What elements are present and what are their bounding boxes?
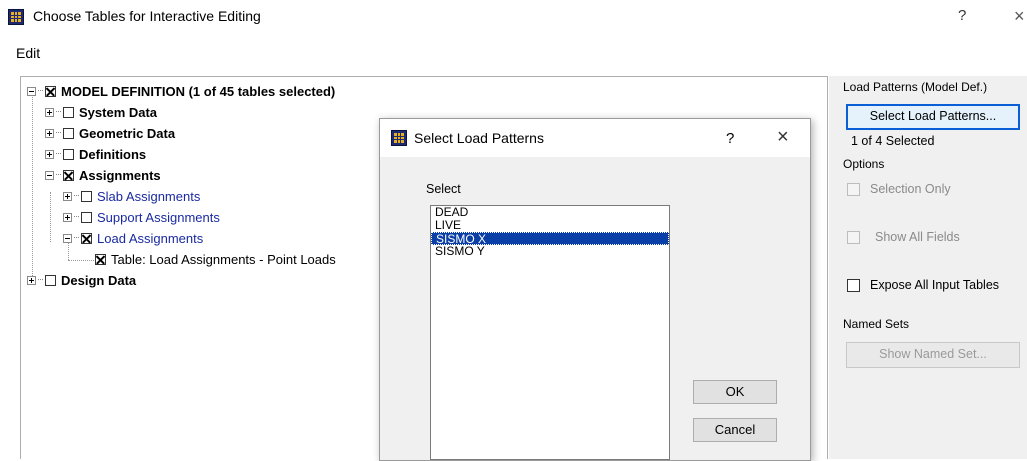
expand-icon[interactable] xyxy=(63,191,72,201)
expand-icon[interactable] xyxy=(63,212,72,222)
expose-all-checkbox[interactable] xyxy=(847,279,860,292)
tree-item-design-data[interactable]: Design Data xyxy=(27,271,136,289)
tree-root[interactable]: MODEL DEFINITION (1 of 45 tables selecte… xyxy=(27,82,335,100)
checkbox[interactable] xyxy=(63,127,74,139)
select-load-patterns-button[interactable]: Select Load Patterns... xyxy=(846,104,1020,130)
tree-item-assignments[interactable]: Assignments xyxy=(45,166,161,184)
list-item[interactable]: SISMO Y xyxy=(431,245,669,258)
expose-all-label: Expose All Input Tables xyxy=(870,278,1000,292)
checkbox[interactable] xyxy=(45,274,56,286)
collapse-icon[interactable] xyxy=(45,170,54,180)
dialog-title: Select Load Patterns xyxy=(414,130,544,146)
list-item[interactable]: LIVE xyxy=(431,219,669,232)
options-label: Options xyxy=(843,157,885,171)
expand-icon[interactable] xyxy=(27,275,36,285)
show-named-set-button[interactable]: Show Named Set... xyxy=(846,342,1020,368)
dialog-app-icon xyxy=(391,130,407,146)
menu-edit[interactable]: Edit xyxy=(16,45,40,61)
tree-item-slab-assignments[interactable]: Slab Assignments xyxy=(63,187,200,205)
select-label: Select xyxy=(426,182,461,196)
tree-item-support-assignments[interactable]: Support Assignments xyxy=(63,208,220,226)
expand-icon[interactable] xyxy=(45,149,54,159)
tree-item-label: Load Assignments xyxy=(97,230,204,246)
dialog-close-button[interactable]: × xyxy=(777,126,789,149)
checkbox-checked[interactable] xyxy=(95,253,106,265)
window-title: Choose Tables for Interactive Editing xyxy=(33,8,261,24)
expand-icon[interactable] xyxy=(45,107,54,117)
tree-item-label: Geometric Data xyxy=(79,125,176,141)
tree-item-system-data[interactable]: System Data xyxy=(45,103,157,121)
tree-item-label: Slab Assignments xyxy=(97,188,201,204)
named-sets-label: Named Sets xyxy=(843,317,910,331)
tree-item-load-assignments[interactable]: Load Assignments xyxy=(63,229,203,247)
tree-item-definitions[interactable]: Definitions xyxy=(45,145,146,163)
show-all-fields-label: Show All Fields xyxy=(875,230,960,244)
list-item[interactable]: DEAD xyxy=(431,206,669,219)
checkbox[interactable] xyxy=(63,106,74,118)
tree-item-label: Table: Load Assignments - Point Loads xyxy=(111,251,336,267)
selected-count: 1 of 4 Selected xyxy=(851,134,935,148)
selection-only-checkbox[interactable] xyxy=(847,183,860,196)
dialog-help-button[interactable]: ? xyxy=(726,130,734,147)
tree-item-label: Support Assignments xyxy=(97,209,220,225)
load-pattern-list[interactable]: DEAD LIVE SISMO X SISMO Y xyxy=(430,205,670,460)
tree-item-label: Assignments xyxy=(79,167,161,183)
checkbox-checked[interactable] xyxy=(45,85,56,97)
tree-item-label: System Data xyxy=(79,104,158,120)
app-icon xyxy=(8,9,24,25)
checkbox[interactable] xyxy=(81,190,92,202)
tree-item-label: Definitions xyxy=(79,146,147,162)
collapse-icon[interactable] xyxy=(27,86,36,96)
select-load-patterns-dialog: Select Load Patterns ? × Select DEAD LIV… xyxy=(379,118,811,461)
checkbox-checked[interactable] xyxy=(81,232,92,244)
checkbox-checked[interactable] xyxy=(63,169,74,181)
help-button[interactable]: ? xyxy=(958,7,966,24)
tree-item-label: Design Data xyxy=(61,272,137,288)
ok-button[interactable]: OK xyxy=(693,380,777,404)
checkbox[interactable] xyxy=(63,148,74,160)
show-all-fields-checkbox[interactable] xyxy=(847,231,860,244)
load-patterns-label: Load Patterns (Model Def.) xyxy=(843,80,988,94)
tree-root-label: MODEL DEFINITION (1 of 45 tables selecte… xyxy=(61,83,336,99)
collapse-icon[interactable] xyxy=(63,233,72,243)
checkbox[interactable] xyxy=(81,211,92,223)
close-button[interactable]: × xyxy=(1014,6,1025,27)
tree-item-geometric-data[interactable]: Geometric Data xyxy=(45,124,175,142)
expand-icon[interactable] xyxy=(45,128,54,138)
selection-only-label: Selection Only xyxy=(870,182,951,196)
tree-item-point-loads-table[interactable]: Table: Load Assignments - Point Loads xyxy=(95,250,336,268)
cancel-button[interactable]: Cancel xyxy=(693,418,777,442)
